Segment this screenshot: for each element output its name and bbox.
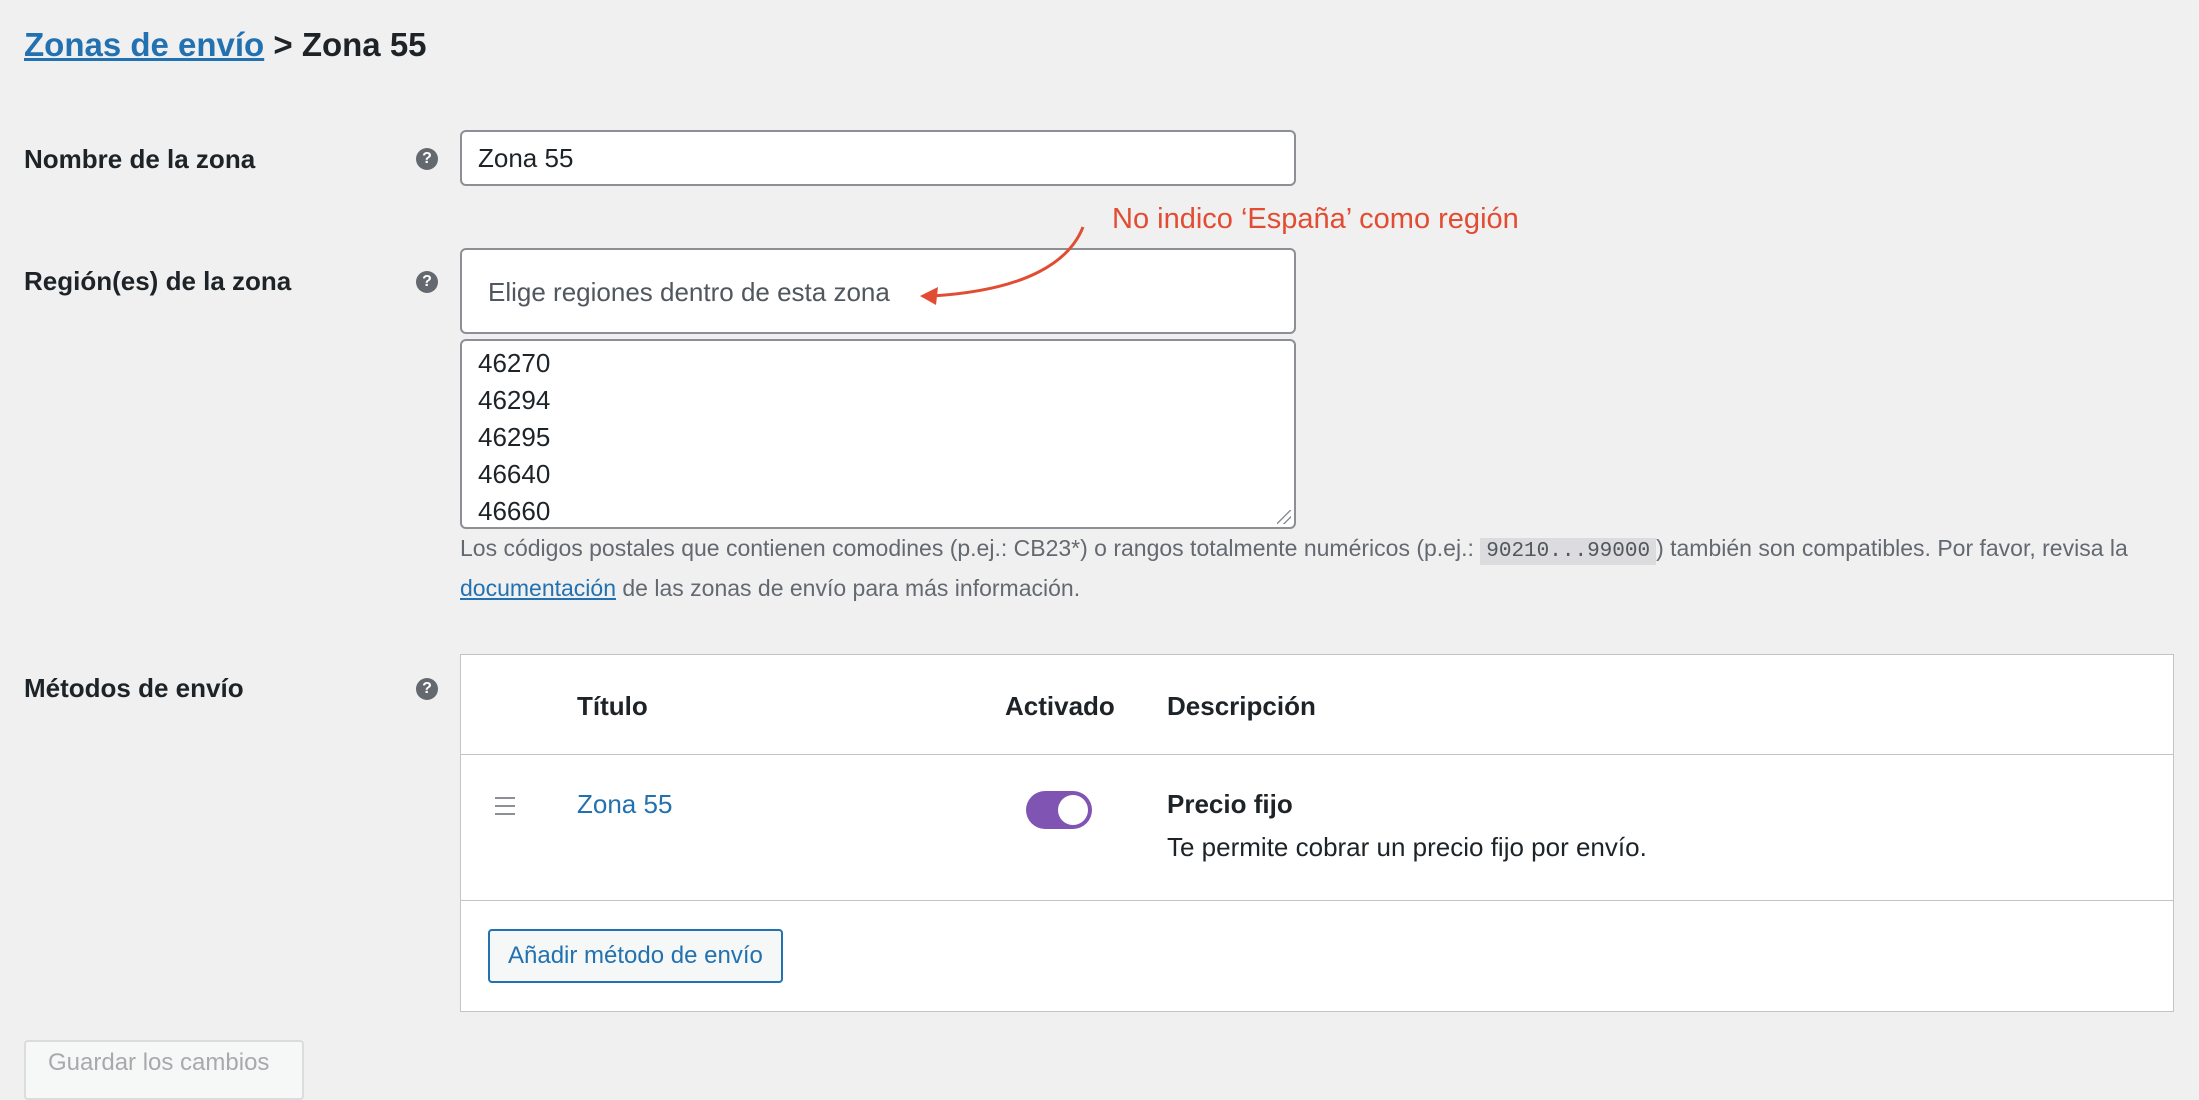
region-select[interactable] bbox=[460, 248, 1296, 334]
postcode-line: 46294 bbox=[478, 385, 551, 415]
breadcrumb: Zonas de envío > Zona 55 bbox=[24, 26, 427, 64]
postcode-line: 46660 bbox=[478, 496, 551, 526]
shipping-methods-label: Métodos de envío bbox=[24, 673, 244, 703]
help-text-part: de las zonas de envío para más informaci… bbox=[616, 575, 1081, 601]
method-name: Precio fijo bbox=[1167, 789, 1293, 819]
postcode-line: 46640 bbox=[478, 459, 551, 489]
postcodes-textarea[interactable]: 46270 46294 46295 46640 46660 bbox=[460, 339, 1296, 529]
save-changes-button[interactable]: Guardar los cambios bbox=[24, 1040, 304, 1100]
breadcrumb-zones-link[interactable]: Zonas de envío bbox=[24, 26, 264, 63]
breadcrumb-separator: > bbox=[264, 26, 302, 63]
shipping-methods-table: Título Activado Descripción Zona 55 Prec… bbox=[460, 654, 2174, 1012]
breadcrumb-current: Zona 55 bbox=[301, 26, 427, 63]
question-circle-icon[interactable]: ? bbox=[416, 678, 438, 700]
zone-name-input[interactable] bbox=[460, 130, 1296, 186]
question-circle-icon[interactable]: ? bbox=[416, 271, 438, 293]
postcodes-help-text: Los códigos postales que contienen comod… bbox=[460, 530, 2180, 606]
table-divider bbox=[461, 754, 2173, 755]
annotation-note: No indico ‘España’ como región bbox=[1112, 203, 1519, 235]
documentation-link[interactable]: documentación bbox=[460, 575, 616, 601]
help-text-part: ) también son compatibles. Por favor, re… bbox=[1656, 535, 2128, 561]
zone-regions-label: Región(es) de la zona bbox=[24, 266, 292, 296]
column-header-title: Título bbox=[577, 691, 648, 721]
drag-handle-icon[interactable] bbox=[495, 797, 515, 815]
method-title-link[interactable]: Zona 55 bbox=[577, 789, 672, 820]
annotation-arrow-icon bbox=[920, 226, 1085, 305]
add-shipping-method-button[interactable]: Añadir método de envío bbox=[488, 929, 783, 983]
help-text-part: Los códigos postales que contienen comod… bbox=[460, 535, 1481, 561]
postcode-line: 46270 bbox=[478, 348, 551, 378]
postcode-range-example: 90210...99000 bbox=[1480, 538, 1657, 565]
table-divider bbox=[461, 900, 2173, 901]
postcode-line: 46295 bbox=[478, 422, 551, 452]
zone-name-label: Nombre de la zona bbox=[24, 144, 256, 174]
column-header-enabled: Activado bbox=[1005, 691, 1115, 721]
column-header-description: Descripción bbox=[1167, 691, 1316, 721]
method-enabled-toggle[interactable] bbox=[1026, 791, 1092, 829]
method-description: Te permite cobrar un precio fijo por env… bbox=[1167, 832, 1647, 862]
toggle-knob bbox=[1058, 795, 1088, 825]
resize-grip-icon[interactable] bbox=[1277, 510, 1291, 524]
question-circle-icon[interactable]: ? bbox=[416, 148, 438, 170]
